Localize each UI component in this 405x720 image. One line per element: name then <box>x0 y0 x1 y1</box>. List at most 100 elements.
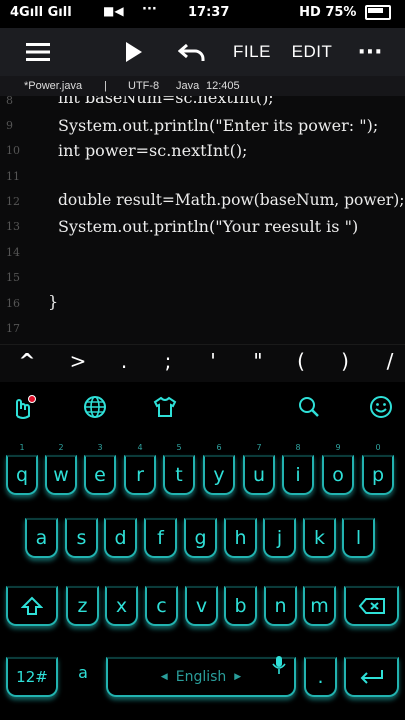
comma-key[interactable]: a <box>66 646 100 698</box>
symbol-key[interactable]: " <box>244 349 272 373</box>
key-s[interactable]: s <box>65 518 98 558</box>
globe-icon <box>84 396 106 418</box>
symbol-key[interactable]: > <box>64 349 92 373</box>
key-u[interactable]: 7u <box>243 443 275 495</box>
key-k[interactable]: k <box>303 518 336 558</box>
file-menu-button[interactable]: FILE <box>231 28 273 76</box>
numbers-key[interactable]: 12# <box>6 657 58 697</box>
key-hint: 3 <box>97 443 103 452</box>
search-button[interactable] <box>292 390 326 424</box>
keyboard-toolbar <box>0 382 405 438</box>
enter-key[interactable] <box>344 657 399 697</box>
language-label: Java <box>176 80 200 92</box>
cursor-position: 12:405 <box>206 80 240 92</box>
key-b[interactable]: b <box>224 586 257 626</box>
shift-arrow-icon <box>21 596 43 615</box>
comma-key-hint: a <box>78 662 88 682</box>
overflow-menu-icon[interactable]: ··· <box>354 28 386 76</box>
menu-button[interactable] <box>20 28 56 76</box>
code-line[interactable]: System.out.println("Your reesult is ") <box>58 217 358 236</box>
key-r[interactable]: 4r <box>124 443 156 495</box>
code-line[interactable]: double result=Math.pow(baseNum, power); <box>58 191 405 209</box>
key-a[interactable]: a <box>25 518 58 558</box>
symbol-key[interactable]: . <box>110 349 138 373</box>
keyboard: 1q 2w 3e 4r 5t 6y 7u 8i 9o 0p a s d f g … <box>0 438 405 720</box>
edit-menu-button[interactable]: EDIT <box>290 28 334 76</box>
run-button[interactable] <box>116 28 152 76</box>
symbol-key[interactable]: ) <box>331 349 359 373</box>
key-hint: 8 <box>295 443 301 452</box>
hamburger-icon <box>26 43 50 61</box>
key-n[interactable]: n <box>264 586 297 626</box>
key-hint: 5 <box>176 443 182 452</box>
gesture-button[interactable] <box>6 390 40 424</box>
code-line[interactable]: int baseNum=sc.nextInt(); <box>58 96 274 107</box>
voice-input-button[interactable] <box>262 650 296 680</box>
key-o[interactable]: 9o <box>322 443 354 495</box>
key-j[interactable]: j <box>263 518 296 558</box>
key-hint: 6 <box>216 443 222 452</box>
undo-button[interactable] <box>172 28 212 76</box>
shift-key[interactable] <box>6 586 58 626</box>
key-hint: 4 <box>137 443 143 452</box>
symbol-key[interactable]: ' <box>199 349 227 373</box>
key-label: r <box>136 464 144 486</box>
language-button[interactable] <box>78 390 112 424</box>
key-l[interactable]: l <box>342 518 375 558</box>
key-label: y <box>213 464 225 486</box>
symbol-key[interactable]: / <box>376 349 404 373</box>
battery-icon <box>365 5 391 20</box>
key-e[interactable]: 3e <box>84 443 116 495</box>
line-number: 14 <box>6 246 20 259</box>
symbol-key[interactable]: ; <box>154 349 182 373</box>
hand-touch-icon <box>16 395 36 419</box>
key-label: w <box>53 464 69 486</box>
editor-toolbar: FILE EDIT ··· <box>0 28 405 76</box>
space-left-arrow-icon: ◀ <box>160 672 168 682</box>
code-line[interactable]: } <box>48 292 58 311</box>
backspace-key[interactable] <box>344 586 399 626</box>
key-t[interactable]: 5t <box>163 443 195 495</box>
tshirt-icon <box>153 396 177 417</box>
theme-button[interactable] <box>148 390 182 424</box>
key-q[interactable]: 1q <box>6 443 38 495</box>
line-number: 12 <box>6 195 20 208</box>
code-line[interactable]: int power=sc.nextInt(); <box>58 141 247 160</box>
space-language-label: English <box>175 669 227 685</box>
code-line[interactable]: System.out.println("Enter its power: "); <box>58 116 378 135</box>
smiley-icon <box>370 396 392 418</box>
status-bar: 4Gıll Gıll ■◀ ··· 17:37 HD 75% <box>0 0 405 28</box>
key-z[interactable]: z <box>66 586 99 626</box>
key-i[interactable]: 8i <box>282 443 314 495</box>
key-hint: 1 <box>19 443 25 452</box>
key-y[interactable]: 6y <box>203 443 235 495</box>
file-tab[interactable]: *Power.java <box>24 80 82 92</box>
key-d[interactable]: d <box>104 518 137 558</box>
key-m[interactable]: m <box>303 586 336 626</box>
key-w[interactable]: 2w <box>45 443 77 495</box>
key-h[interactable]: h <box>224 518 257 558</box>
line-number: 16 <box>6 297 20 310</box>
symbol-key[interactable]: ^ <box>13 349 41 373</box>
info-separator: | <box>104 80 107 92</box>
space-right-arrow-icon: ▶ <box>234 672 242 682</box>
key-g[interactable]: g <box>184 518 217 558</box>
code-editor[interactable]: 8 int baseNum=sc.nextInt(); 9 System.out… <box>0 96 405 344</box>
video-icon: ■◀ <box>103 4 124 18</box>
key-hint: 9 <box>335 443 341 452</box>
key-f[interactable]: f <box>144 518 177 558</box>
search-icon <box>299 397 319 417</box>
key-label: t <box>175 464 183 486</box>
key-c[interactable]: c <box>145 586 178 626</box>
symbol-key[interactable]: ( <box>287 349 315 373</box>
battery-percent: 75% <box>325 5 357 20</box>
key-x[interactable]: x <box>105 586 138 626</box>
encoding-label: UTF-8 <box>128 80 160 92</box>
key-hint: 2 <box>58 443 64 452</box>
battery-status: HD 75% <box>299 5 391 20</box>
key-p[interactable]: 0p <box>362 443 394 495</box>
emoji-button[interactable] <box>364 390 398 424</box>
period-key[interactable]: . <box>304 657 337 697</box>
key-v[interactable]: v <box>185 586 218 626</box>
key-label: u <box>252 464 266 486</box>
